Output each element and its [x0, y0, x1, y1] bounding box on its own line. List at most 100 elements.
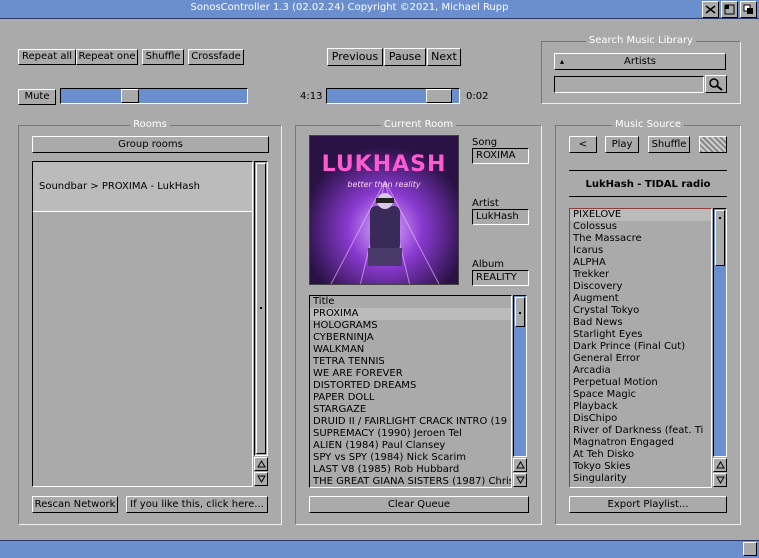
rescan-network-button[interactable]: Rescan Network	[32, 496, 118, 513]
source-track-item[interactable]: General Error	[570, 353, 711, 365]
options-button[interactable]	[699, 136, 727, 153]
next-button[interactable]: Next	[427, 48, 461, 66]
search-library-group: Search Music Library	[541, 35, 741, 104]
current-room-label: Current Room	[380, 119, 457, 130]
queue-item[interactable]: ALIEN (1984) Paul Clansey	[310, 440, 511, 452]
mute-button[interactable]: Mute	[18, 89, 56, 105]
source-track-list[interactable]: PIXELOVE Colossus The Massacre Icarus ALPHA T…	[569, 208, 712, 488]
source-track-item[interactable]: PIXELOVE	[570, 209, 711, 221]
queue-item[interactable]: PROXIMA	[310, 308, 511, 320]
source-track-item[interactable]: Space Magic	[570, 389, 711, 401]
play-source-button[interactable]: Play	[605, 136, 639, 153]
donate-button[interactable]: If you like this, click here...	[126, 496, 268, 513]
shuffle-source-button[interactable]: Shuffle	[648, 136, 690, 153]
source-scroll-thumb[interactable]	[715, 210, 725, 266]
pause-button[interactable]: Pause	[384, 48, 426, 66]
queue-item[interactable]: WALKMAN	[310, 344, 511, 356]
window-bottom-border	[0, 540, 759, 558]
queue-item[interactable]: WE ARE FOREVER	[310, 368, 511, 380]
search-button[interactable]	[705, 75, 727, 93]
artist-label: Artist	[472, 198, 499, 209]
rooms-scrollbar[interactable]	[254, 161, 268, 487]
queue-item[interactable]: STARGAZE	[310, 404, 511, 416]
repeat-all-button[interactable]: Repeat all	[18, 49, 76, 65]
queue-item[interactable]: LAST V8 (1985) Rob Hubbard	[310, 464, 511, 476]
source-track-item[interactable]: Playback	[570, 401, 711, 413]
source-track-item[interactable]: Augment	[570, 293, 711, 305]
queue-list[interactable]: Title PROXIMA HOLOGRAMS CYBERNINJA WALKMAN T…	[309, 295, 512, 488]
rooms-list[interactable]: Soundbar > PROXIMA - LukHash	[32, 161, 253, 487]
source-title: LukHash - TIDAL radio	[585, 179, 711, 190]
source-track-item[interactable]: DisChipo	[570, 413, 711, 425]
search-category-select[interactable]: ▴ Artists	[554, 53, 726, 70]
volume-slider[interactable]	[60, 88, 248, 104]
source-track-item[interactable]: Starlight Eyes	[570, 329, 711, 341]
album-art: LUKHASH better than reality	[309, 135, 459, 285]
rooms-label: Rooms	[130, 119, 170, 130]
scroll-down-icon[interactable]	[513, 473, 527, 487]
source-track-item[interactable]: Arcadia	[570, 365, 711, 377]
elapsed-time: 4:13	[300, 91, 323, 102]
source-track-item[interactable]: Magnatron Engaged	[570, 437, 711, 449]
remaining-time: 0:02	[466, 91, 489, 102]
shuffle-mode-button[interactable]: Shuffle	[142, 49, 184, 65]
queue-scroll-thumb[interactable]	[515, 297, 525, 327]
queue-item[interactable]: THE GREAT GIANA SISTERS (1987) Chris	[310, 476, 511, 487]
progress-slider[interactable]	[326, 88, 460, 104]
source-scrollbar[interactable]	[713, 208, 727, 488]
source-track-item[interactable]: Discovery	[570, 281, 711, 293]
resize-gadget-icon[interactable]	[743, 542, 757, 556]
crossfade-button[interactable]: Crossfade	[188, 49, 244, 65]
scroll-up-icon[interactable]	[713, 458, 727, 472]
queue-header[interactable]: Title	[310, 296, 511, 308]
window-title: SonosController 1.3 (02.02.24) Copyright…	[190, 2, 509, 13]
queue-item[interactable]: SPY vs SPY (1984) Nick Scarim	[310, 452, 511, 464]
clear-queue-button[interactable]: Clear Queue	[309, 496, 529, 513]
scroll-up-icon[interactable]	[254, 457, 268, 471]
queue-item[interactable]: DISTORTED DREAMS	[310, 380, 511, 392]
queue-item[interactable]: PAPER DOLL	[310, 392, 511, 404]
queue-item[interactable]: TETRA TENNIS	[310, 356, 511, 368]
depth-icon[interactable]	[740, 1, 757, 18]
queue-item[interactable]: HOLOGRAMS	[310, 320, 511, 332]
scroll-down-icon[interactable]	[254, 472, 268, 486]
song-field: ROXIMA	[472, 148, 529, 164]
song-label: Song	[472, 137, 498, 148]
zoom-icon[interactable]	[721, 1, 738, 18]
queue-item[interactable]: CYBERNINJA	[310, 332, 511, 344]
source-track-item[interactable]: Dark Prince (Final Cut)	[570, 341, 711, 353]
repeat-one-button[interactable]: Repeat one	[76, 49, 138, 65]
room-item[interactable]: Soundbar > PROXIMA - LukHash	[33, 162, 252, 212]
title-bar[interactable]: SonosController 1.3 (02.02.24) Copyright…	[0, 0, 759, 19]
progress-knob[interactable]	[426, 89, 452, 103]
search-input[interactable]	[554, 76, 704, 93]
group-rooms-button[interactable]: Group rooms	[32, 136, 269, 153]
source-track-item[interactable]: Perpetual Motion	[570, 377, 711, 389]
magnifier-icon	[709, 78, 723, 91]
cycle-icon: ▴	[560, 57, 565, 66]
scroll-up-icon[interactable]	[513, 458, 527, 472]
source-track-item[interactable]: Tokyo Skies	[570, 461, 711, 473]
music-source-label: Music Source	[612, 119, 684, 130]
source-track-item[interactable]: Trekker	[570, 269, 711, 281]
source-track-item[interactable]: River of Darkness (feat. Ti	[570, 425, 711, 437]
search-library-label: Search Music Library	[585, 35, 697, 46]
scroll-down-icon[interactable]	[713, 473, 727, 487]
queue-item[interactable]: DRUID II / FAIRLIGHT CRACK INTRO (19	[310, 416, 511, 428]
rooms-scroll-thumb[interactable]	[256, 163, 266, 454]
minimize-icon[interactable]	[702, 1, 719, 18]
source-track-item[interactable]: Icarus	[570, 245, 711, 257]
source-track-item[interactable]: Singularity	[570, 473, 711, 485]
source-track-item[interactable]: Crystal Tokyo	[570, 305, 711, 317]
source-track-item[interactable]: ALPHA	[570, 257, 711, 269]
queue-item[interactable]: SUPREMACY (1990) Jeroen Tel	[310, 428, 511, 440]
previous-button[interactable]: Previous	[327, 48, 383, 66]
source-track-item[interactable]: The Massacre	[570, 233, 711, 245]
queue-scrollbar[interactable]	[513, 295, 527, 488]
source-track-item[interactable]: Colossus	[570, 221, 711, 233]
volume-knob[interactable]	[121, 89, 139, 103]
back-button[interactable]: <	[569, 136, 597, 153]
source-track-item[interactable]: At Teh Disko	[570, 449, 711, 461]
source-track-item[interactable]: Bad News	[570, 317, 711, 329]
export-playlist-button[interactable]: Export Playlist...	[569, 496, 727, 513]
